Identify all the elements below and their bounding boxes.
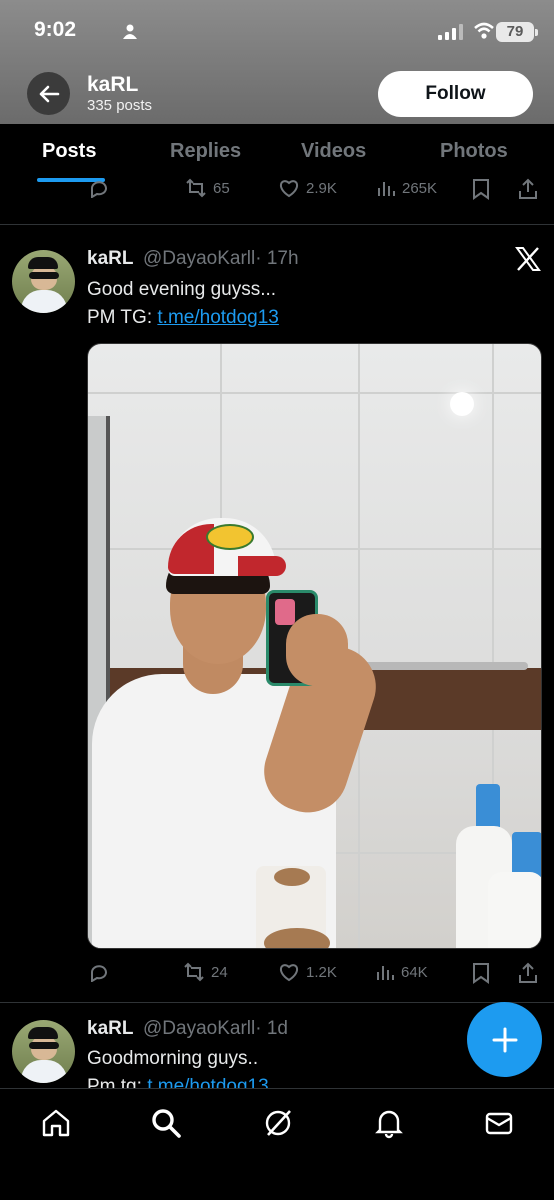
post-author-name[interactable]: kaRL: [87, 1018, 133, 1040]
tab-videos[interactable]: Videos: [301, 140, 366, 163]
back-button[interactable]: [27, 72, 70, 115]
home-icon: [42, 1109, 70, 1137]
wifi-icon: [474, 22, 494, 39]
post-link[interactable]: t.me/hotdog13: [157, 307, 278, 328]
heart-icon: [280, 964, 298, 982]
bell-icon: [375, 1110, 403, 1139]
post-time: · 17h: [255, 248, 299, 269]
nav-home[interactable]: [40, 1107, 72, 1144]
like-count: 1.2K: [306, 963, 337, 981]
post-text-line: Good evening guyss...: [87, 279, 277, 300]
bookmark-button[interactable]: [471, 178, 491, 200]
post-text-prefix: PM TG:: [87, 307, 158, 328]
repost-button[interactable]: 65: [185, 178, 230, 198]
avatar[interactable]: [12, 1020, 75, 1083]
tab-replies[interactable]: Replies: [170, 140, 241, 163]
battery-indicator: 79: [496, 22, 538, 42]
search-icon: [152, 1109, 181, 1138]
post-text-line: PM TG: t.me/hotdog13: [87, 307, 279, 329]
plus-icon: [492, 1027, 517, 1052]
divider: [0, 1002, 554, 1003]
views-button[interactable]: 265K: [376, 178, 437, 198]
reply-button[interactable]: [88, 962, 110, 982]
nav-grok[interactable]: [262, 1107, 294, 1144]
person-status-icon: [123, 24, 137, 39]
profile-tabs: Posts Replies Videos Photos: [0, 124, 554, 182]
share-icon: [519, 178, 537, 199]
views-button[interactable]: 64K: [375, 962, 428, 982]
handle-text: @DayaoKarll: [143, 1018, 256, 1039]
post-text-line: Goodmorning guys..: [87, 1048, 259, 1069]
bookmark-icon: [473, 963, 489, 984]
views-icon: [377, 966, 394, 980]
post-actions: 24 1.2K 64K: [0, 962, 554, 986]
share-button[interactable]: [518, 178, 538, 200]
post-time: · 1d: [255, 1018, 288, 1039]
repost-button[interactable]: 24: [183, 962, 228, 982]
reply-button[interactable]: [88, 178, 110, 198]
bookmark-icon: [473, 179, 489, 200]
share-icon: [519, 962, 537, 983]
repost-icon: [184, 962, 204, 982]
tab-photos[interactable]: Photos: [440, 140, 508, 163]
avatar[interactable]: [12, 250, 75, 313]
like-count: 2.9K: [306, 179, 337, 197]
post-author-handle[interactable]: @DayaoKarll· 1d: [143, 1018, 288, 1040]
views-icon: [378, 182, 395, 196]
like-button[interactable]: 1.2K: [278, 962, 337, 982]
post-count: 335 posts: [87, 97, 153, 114]
post-photo[interactable]: [87, 343, 542, 949]
handle-text: @DayaoKarll: [143, 248, 256, 269]
nav-notifications[interactable]: [373, 1107, 405, 1144]
nav-search[interactable]: [150, 1107, 182, 1144]
profile-name: kaRL: [87, 73, 139, 96]
grok-icon: [265, 1110, 291, 1136]
status-bar: 9:02 79: [34, 18, 538, 48]
share-button[interactable]: [518, 962, 538, 984]
bottom-navigation: [0, 1088, 554, 1200]
nav-messages[interactable]: [483, 1107, 515, 1144]
signal-icon: [438, 24, 463, 40]
profile-header: 9:02 79 kaRL 335 posts Follow: [0, 0, 554, 124]
repost-count: 24: [211, 963, 228, 981]
repost-icon: [186, 178, 206, 198]
arrow-left-icon: [39, 85, 59, 102]
views-count: 64K: [401, 963, 428, 981]
post-author-name[interactable]: kaRL: [87, 248, 133, 270]
divider: [0, 224, 554, 225]
reply-icon: [91, 965, 107, 982]
views-count: 265K: [402, 179, 438, 197]
reply-icon: [91, 181, 107, 198]
heart-icon: [280, 180, 298, 198]
prev-post-actions: 65 2.9K 265K: [0, 178, 554, 202]
tab-posts[interactable]: Posts: [42, 140, 96, 163]
post-author-handle[interactable]: @DayaoKarll· 17h: [143, 248, 299, 270]
compose-button[interactable]: [467, 1002, 542, 1077]
bookmark-button[interactable]: [471, 962, 491, 984]
status-time: 9:02: [34, 18, 77, 41]
repost-count: 65: [213, 179, 230, 197]
x-logo-icon: [515, 247, 541, 271]
envelope-icon: [485, 1112, 513, 1135]
follow-button[interactable]: Follow: [378, 71, 533, 117]
like-button[interactable]: 2.9K: [278, 178, 337, 198]
